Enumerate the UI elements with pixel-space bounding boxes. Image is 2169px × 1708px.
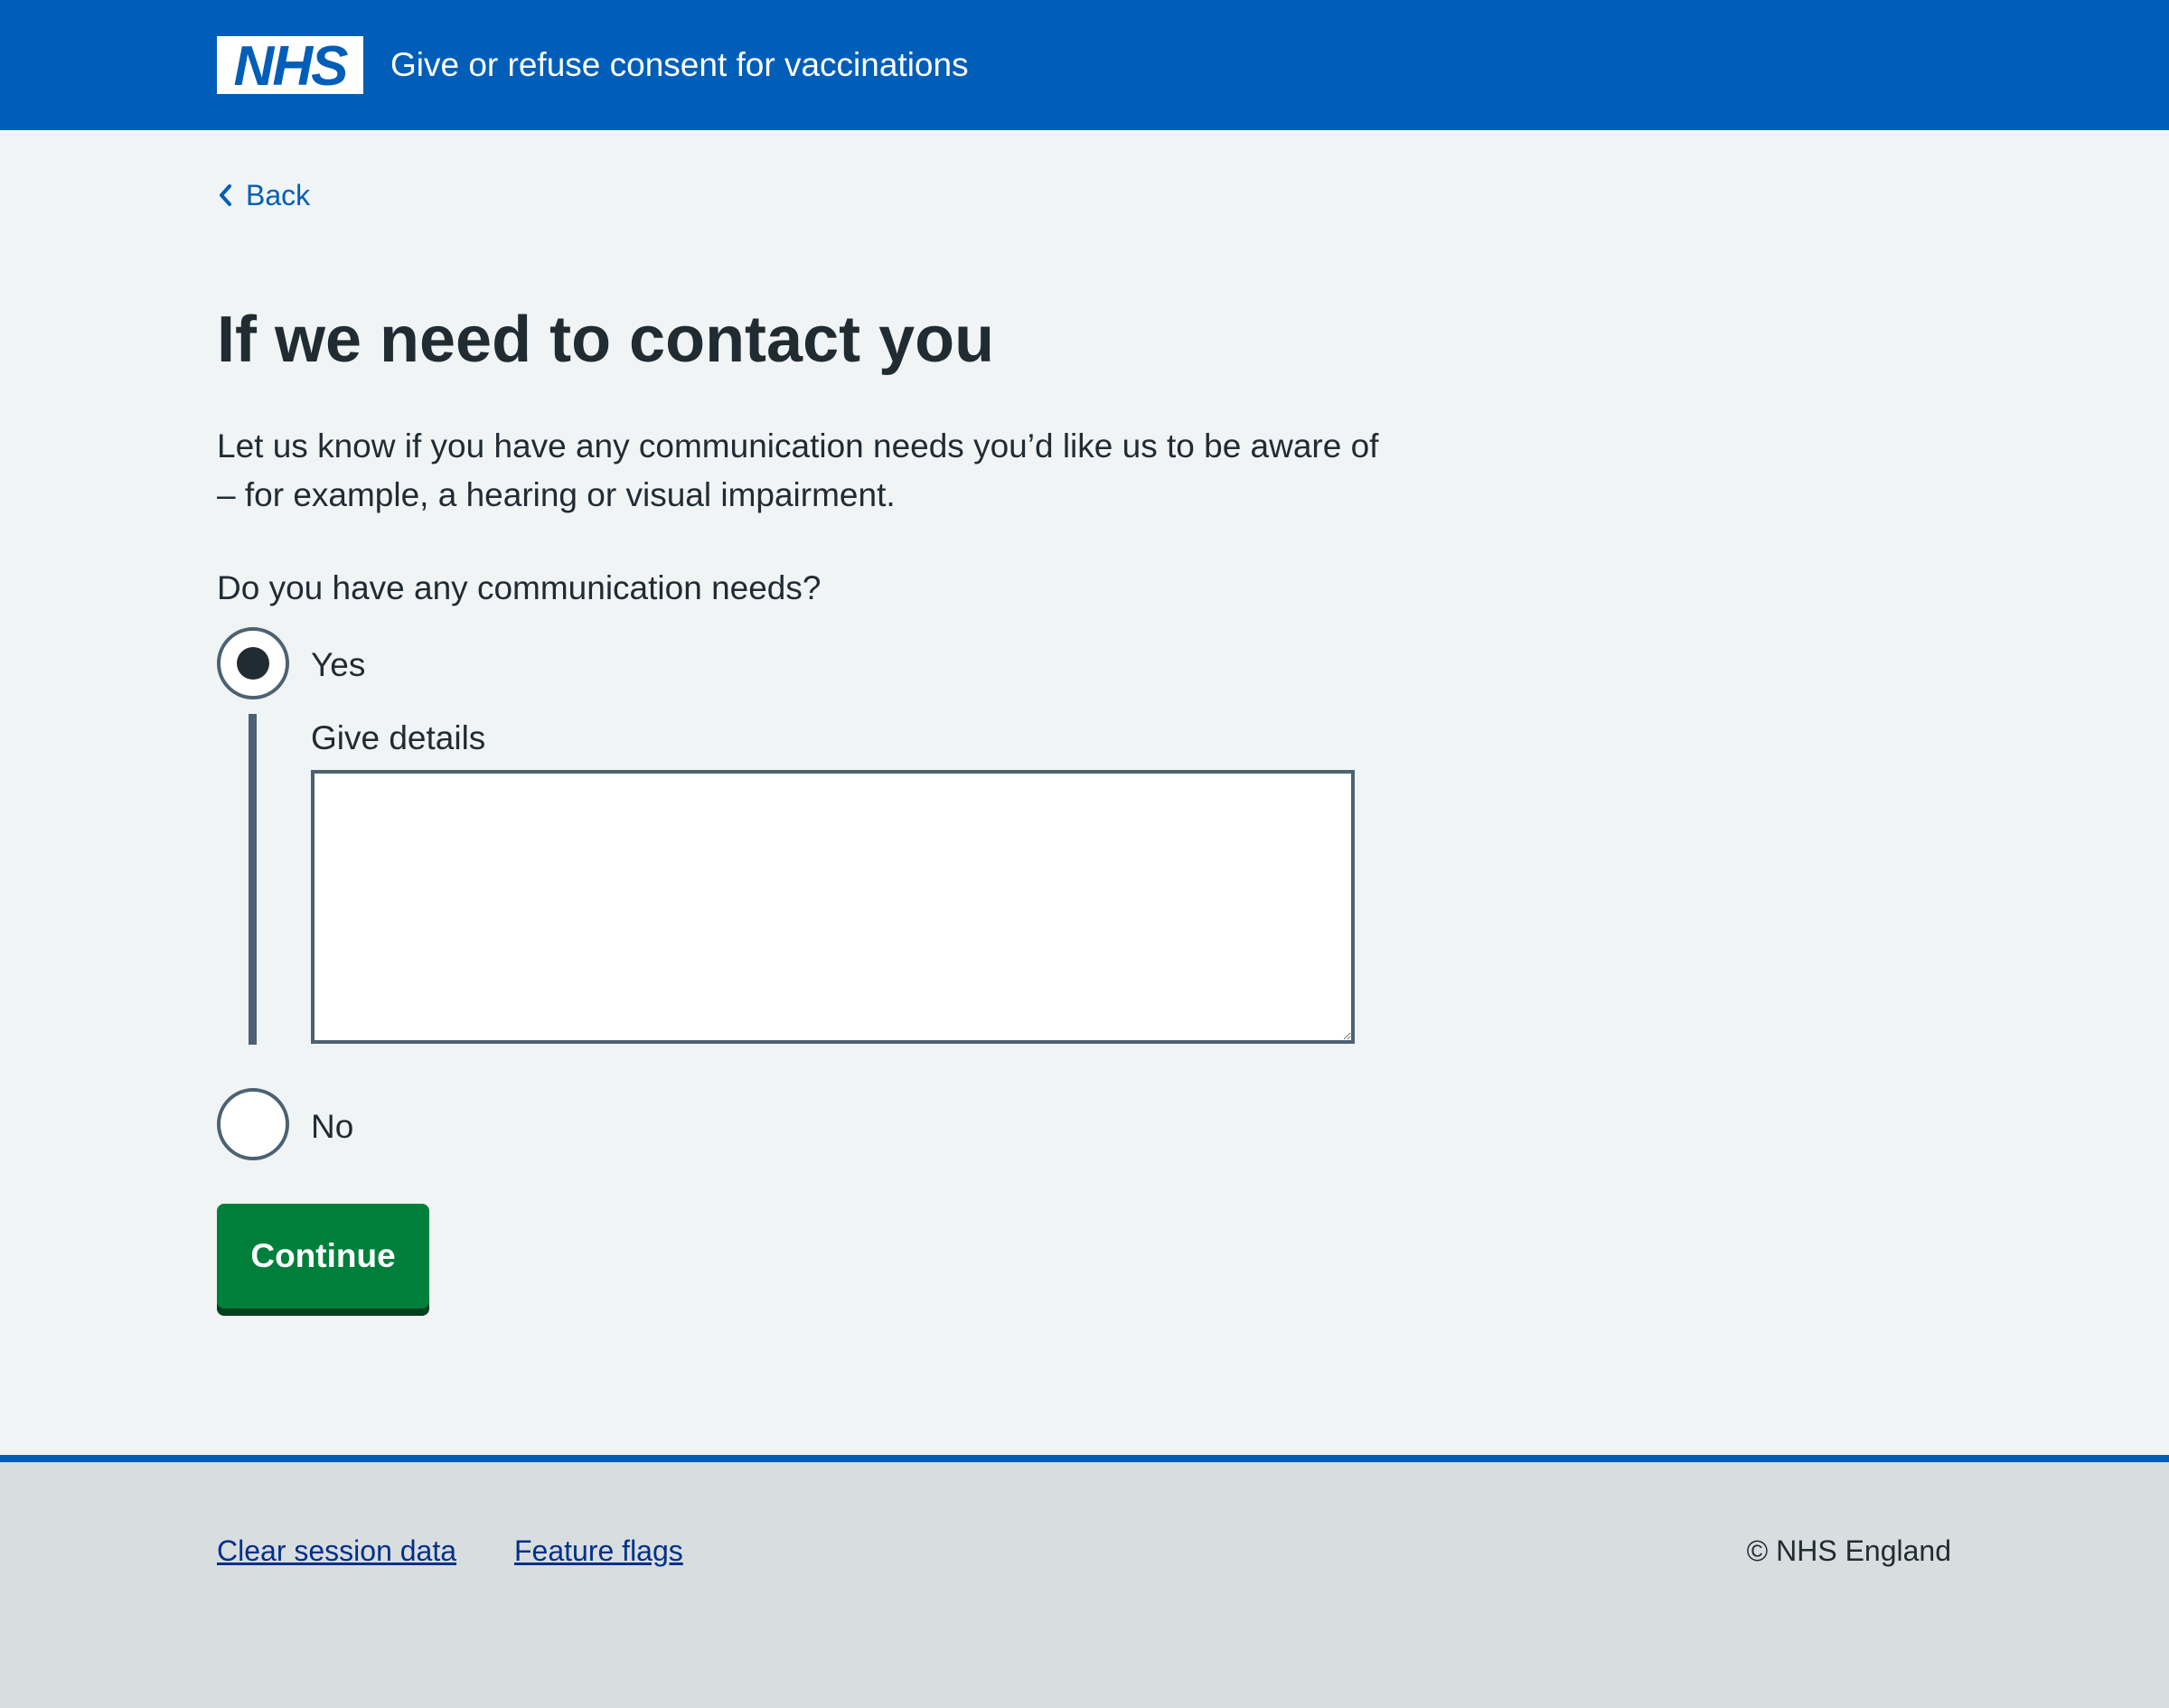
continue-button[interactable]: Continue [217,1204,429,1309]
service-name[interactable]: Give or refuse consent for vaccinations [390,40,969,90]
chevron-left-icon [220,184,231,206]
intro-text: Let us know if you have any communicatio… [217,427,1379,513]
radio-yes[interactable] [217,627,289,699]
site-footer: Clear session data Feature flags © NHS E… [0,1455,2169,1708]
page-title: If we need to contact you [217,304,995,376]
details-textarea[interactable] [311,770,1355,1044]
copyright: © NHS England [1746,1534,1951,1567]
radio-no[interactable] [217,1088,289,1160]
nhs-logo-text: NHS [234,36,349,94]
question-legend: Do you have any communication needs? [217,569,822,606]
conditional-reveal-bar [249,714,257,1045]
nhs-logo[interactable]: NHS [217,36,363,94]
radio-selected-dot [237,647,269,680]
radio-no-label[interactable]: No [311,1102,353,1152]
feature-flags-link[interactable]: Feature flags [514,1529,683,1572]
site-header: NHS Give or refuse consent for vaccinati… [0,0,2169,130]
back-link-label: Back [246,178,311,211]
details-label: Give details [311,719,486,756]
back-link[interactable]: Back [217,175,310,215]
radio-yes-label[interactable]: Yes [311,640,365,690]
clear-session-link[interactable]: Clear session data [217,1529,456,1572]
